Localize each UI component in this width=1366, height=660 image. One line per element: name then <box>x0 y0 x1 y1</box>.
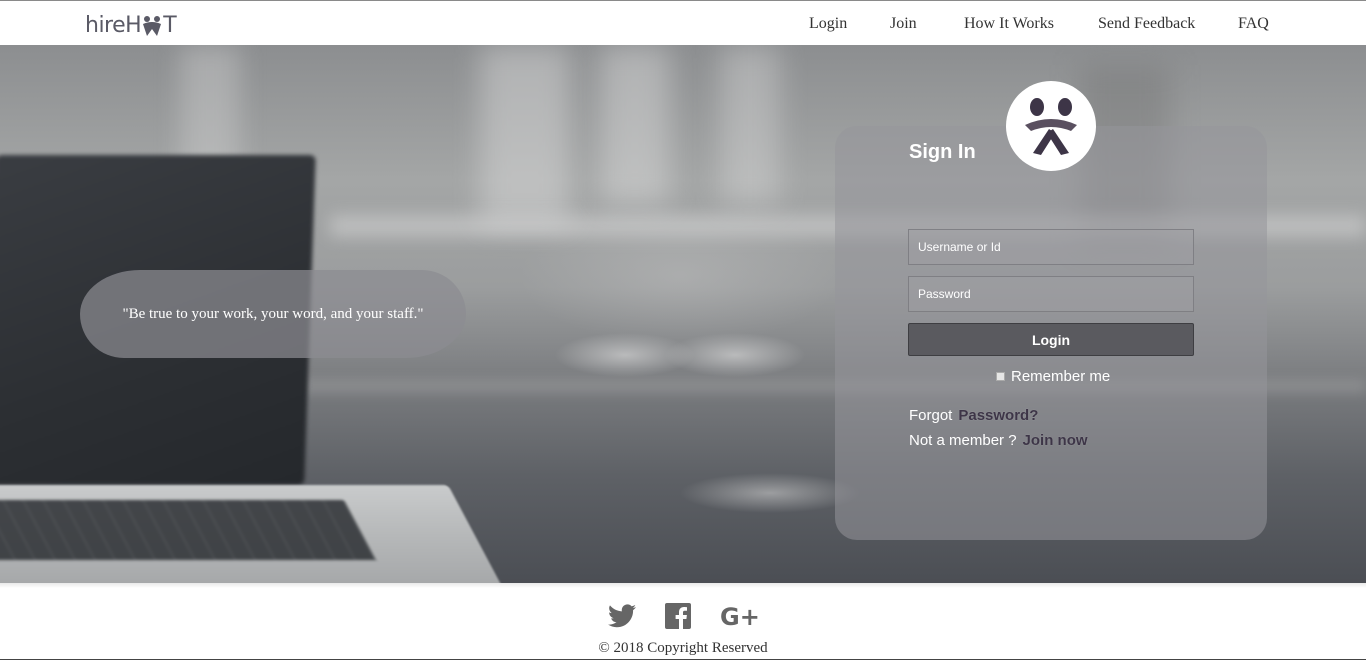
quote-bubble: "Be true to your work, your word, and yo… <box>80 270 466 358</box>
avatar <box>1006 81 1096 171</box>
social-links: G+ <box>608 603 760 631</box>
logo-suffix: T <box>163 13 177 38</box>
not-member-prefix: Not a member ? <box>909 432 1017 449</box>
remember-me-checkbox[interactable] <box>996 372 1005 381</box>
forgot-prefix: Forgot <box>909 407 953 424</box>
facebook-icon[interactable] <box>665 603 691 629</box>
logo-text: hireH <box>85 13 142 38</box>
quote-text: "Be true to your work, your word, and yo… <box>122 305 424 322</box>
laptop-keyboard-image <box>0 500 376 560</box>
logo[interactable]: hireH T <box>85 11 177 41</box>
signin-title: Sign In <box>909 141 976 163</box>
nav-how-it-works[interactable]: How It Works <box>964 15 1054 33</box>
footer: G+ © 2018 Copyright Reserved <box>0 583 1366 660</box>
nav-send-feedback[interactable]: Send Feedback <box>1098 15 1195 33</box>
hero-background: "Be true to your work, your word, and yo… <box>0 45 1366 583</box>
username-input[interactable] <box>908 229 1194 265</box>
logo-mark-icon <box>143 16 162 36</box>
google-plus-icon[interactable]: G+ <box>720 603 760 631</box>
background-blur <box>600 45 670 205</box>
copyright-text: © 2018 Copyright Reserved <box>598 640 768 656</box>
password-input[interactable] <box>908 276 1194 312</box>
join-row: Not a member ? Join now <box>909 432 1088 449</box>
header: hireH T Login Join How It Works Send Fee… <box>0 0 1366 45</box>
nav-faq[interactable]: FAQ <box>1238 15 1269 33</box>
nav-join[interactable]: Join <box>890 15 917 33</box>
svg-text:G+: G+ <box>720 603 760 629</box>
nav-login[interactable]: Login <box>809 15 847 33</box>
forgot-password-link[interactable]: Password? <box>958 407 1038 424</box>
remember-me[interactable]: Remember me <box>996 368 1110 385</box>
background-blur <box>720 45 780 205</box>
remember-me-label: Remember me <box>1011 368 1111 385</box>
logo-avatar-icon <box>1025 98 1077 155</box>
background-blur <box>480 45 570 225</box>
twitter-icon[interactable] <box>608 604 636 628</box>
join-now-link[interactable]: Join now <box>1023 432 1088 449</box>
login-button[interactable]: Login <box>908 323 1194 356</box>
forgot-password-row: Forgot Password? <box>909 407 1038 424</box>
footer-divider <box>0 583 1366 588</box>
